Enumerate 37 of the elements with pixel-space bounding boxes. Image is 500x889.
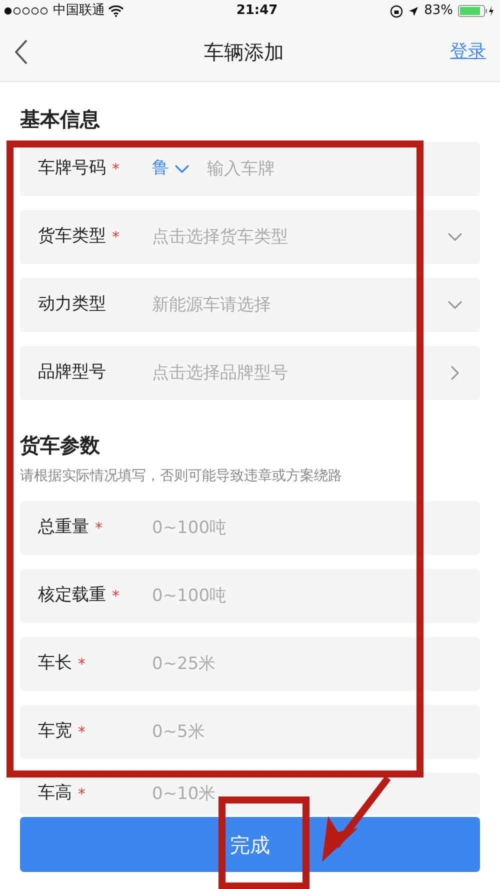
field-label: 车宽 [38, 720, 72, 744]
field-label: 车长 [38, 652, 72, 676]
form-field[interactable]: 车长 * 0~25米 [20, 637, 480, 691]
page-title: 车辆添加 [204, 38, 284, 66]
required-mark: * [112, 586, 120, 607]
battery-percent: 83% [424, 2, 453, 20]
field-label: 车高 [38, 782, 72, 806]
clock-time: 21:47 [236, 2, 278, 20]
rotation-lock-icon [390, 4, 404, 18]
form-field[interactable]: 动力类型 新能源车请选择 [20, 278, 480, 332]
form-field[interactable]: 品牌型号 点击选择品牌型号 [20, 346, 480, 400]
section-title: 基本信息 [20, 106, 101, 133]
wifi-icon [108, 5, 124, 17]
required-mark: * [78, 654, 86, 675]
field-label: 核定载重 [38, 584, 106, 608]
required-mark: * [95, 518, 102, 539]
required-mark: * [112, 226, 120, 248]
signal-icon [4, 7, 50, 15]
section-title: 货车参数 [20, 432, 101, 459]
field-label: 动力类型 [38, 293, 106, 316]
battery-charging-icon [458, 5, 496, 17]
field-label: 品牌型号 [38, 361, 106, 384]
required-mark: * [78, 784, 86, 805]
required-mark: * [78, 722, 86, 743]
form-field[interactable]: 总重量 * 0~100吨 [20, 501, 480, 555]
section-note: 请根据实际情况填写，否则可能导致违章或方案绕路 [20, 467, 343, 486]
form-field[interactable]: 核定载重 * 0~100吨 [20, 569, 480, 623]
form-field[interactable]: 车宽 * 0~5米 [20, 705, 480, 759]
field-label: 货车类型 [38, 225, 106, 248]
carrier-name: 中国联通 [53, 2, 105, 20]
field-label: 车牌号码 [38, 157, 106, 180]
required-mark: * [112, 158, 120, 180]
location-arrow-icon [408, 6, 420, 16]
form-field[interactable]: 货车类型 * 点击选择货车类型 [20, 210, 480, 264]
done-button[interactable]: 完成 [20, 817, 480, 872]
field-label: 总重量 [38, 516, 89, 540]
back-icon [14, 38, 28, 64]
